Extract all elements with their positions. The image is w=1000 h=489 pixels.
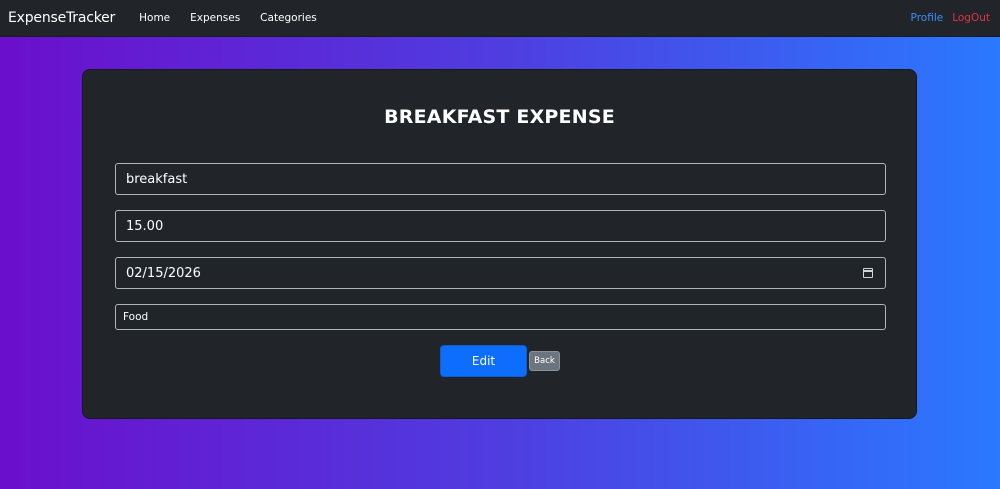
expense-amount-value: 15.00 [126,218,164,234]
expense-category-select[interactable]: Food [115,304,886,330]
calendar-icon[interactable] [863,268,873,278]
expense-category-value: Food [123,311,149,323]
nav-link-categories[interactable]: Categories [260,12,317,24]
page-title: BREAKFAST EXPENSE [384,106,615,128]
expense-name-input[interactable]: breakfast [115,163,886,195]
navbar: ExpenseTracker Home Expenses Categories … [0,0,1000,37]
nav-link-expenses[interactable]: Expenses [190,12,240,24]
expense-date-input[interactable]: 02/15/2026 [115,257,886,289]
nav-right-group: Profile LogOut [911,12,992,24]
nav-link-profile[interactable]: Profile [911,12,944,24]
expense-date-value: 02/15/2026 [126,265,201,281]
brand-logo[interactable]: ExpenseTracker [8,10,115,26]
expense-amount-input[interactable]: 15.00 [115,210,886,242]
edit-button[interactable]: Edit [440,345,527,377]
nav-link-home[interactable]: Home [139,12,170,24]
nav-link-logout[interactable]: LogOut [952,12,990,24]
back-button[interactable]: Back [529,351,560,371]
expense-edit-card: BREAKFAST EXPENSE breakfast 15.00 02/15/… [82,69,917,419]
expense-name-value: breakfast [126,171,188,187]
